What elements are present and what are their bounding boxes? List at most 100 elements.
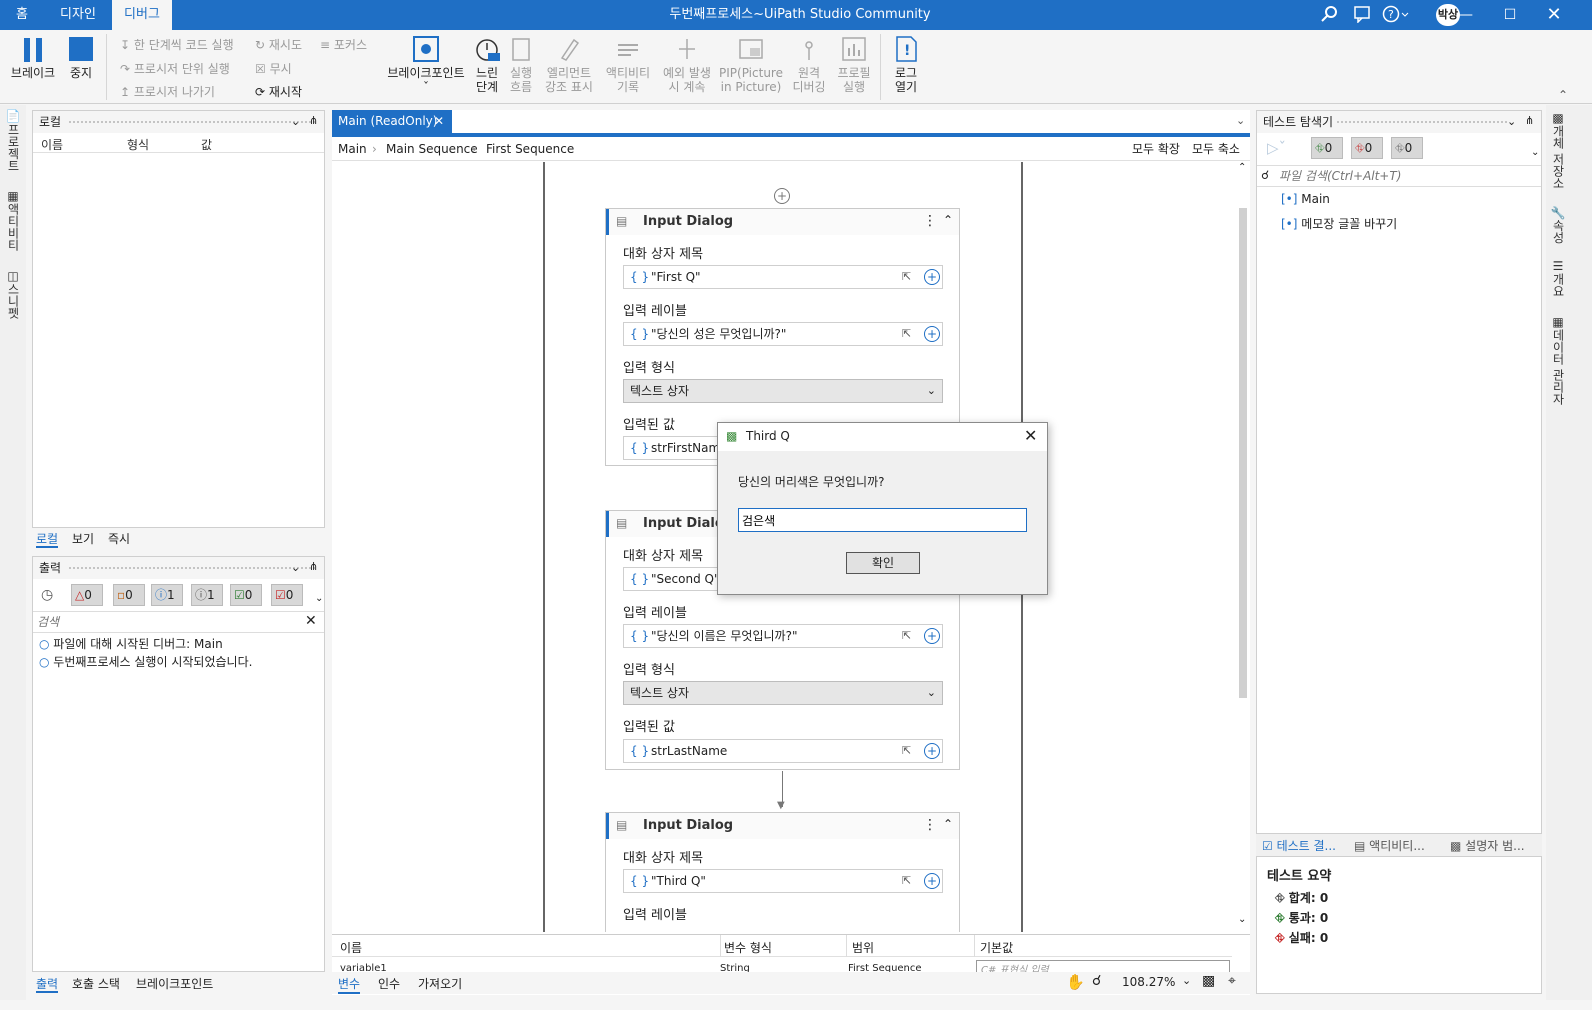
close-icon[interactable]: ✕ (1024, 426, 1037, 445)
chevron-down-icon[interactable]: ⌄ (1507, 115, 1516, 128)
column-name[interactable]: 이름 (340, 939, 362, 956)
breakpoints-button[interactable]: 브레이크포인트 ˇ (384, 36, 468, 94)
break-button[interactable]: 브레이크 (6, 36, 60, 80)
expand-all-button[interactable]: 모두 확장 (1132, 137, 1180, 161)
zoom-icon[interactable]: ☌ (1092, 973, 1101, 989)
tab-breakpoints[interactable]: 브레이크포인트 (136, 975, 213, 992)
chevron-down-icon[interactable]: ⌄ (315, 593, 323, 604)
column-default[interactable]: 기본값 (980, 939, 1013, 956)
execution-trail-button[interactable]: 실행 흐름 (506, 36, 536, 94)
remote-debug-button[interactable]: 원격 디버깅 (786, 36, 832, 94)
clear-search-icon[interactable]: ✕ (305, 613, 317, 629)
error-filter-button[interactable]: △0 (71, 584, 103, 606)
tab-watch[interactable]: 보기 (72, 530, 94, 547)
close-icon[interactable]: ✕ (1532, 0, 1576, 30)
variable-row[interactable]: variable1 String First Sequence C# 표현식 입… (332, 960, 1232, 972)
more-options-icon[interactable]: ⋮ (923, 213, 937, 229)
tab-descriptor-coverage[interactable]: ▩ 설명자 범... (1450, 837, 1525, 854)
scrollbar-thumb[interactable] (1239, 208, 1247, 698)
fit-to-screen-icon[interactable]: ▩ (1202, 973, 1215, 989)
breadcrumb-item[interactable]: Main (338, 137, 367, 161)
title-field[interactable]: { } "Third Q" ⇱ + (623, 869, 943, 893)
add-icon[interactable]: + (924, 628, 940, 644)
sidebar-tab-data-manager[interactable]: ▦데이터 관리자 (1550, 315, 1567, 405)
not-run-tests-filter[interactable]: ⛗0 (1391, 137, 1423, 159)
overview-icon[interactable]: ⌖ (1228, 973, 1236, 989)
test-item[interactable]: [•] 메모장 글꼴 바꾸기 (1281, 215, 1397, 232)
failed-tests-filter[interactable]: ⛗0 (1351, 137, 1383, 159)
sidebar-tab-activities[interactable]: ▦액티비티 (5, 189, 22, 251)
chevron-down-icon[interactable]: ⌄ (291, 115, 300, 128)
title-field[interactable]: { } "First Q" ⇱ + (623, 265, 943, 289)
chevron-down-icon[interactable]: ⌄ (1236, 114, 1245, 127)
label-field[interactable]: { } "당신의 성은 무엇입니까?" ⇱ + (623, 322, 943, 346)
ignore-button[interactable]: ☒ 무시 (255, 58, 292, 80)
tab-locals[interactable]: 로컬 (36, 530, 59, 548)
sidebar-tab-project[interactable]: 📄프로젝트 (5, 109, 22, 172)
sidebar-tab-snippets[interactable]: ◫스니펫 (5, 269, 22, 319)
search-icon[interactable] (1320, 5, 1340, 25)
step-over-button[interactable]: ↷ 프로시저 단위 실행 (120, 58, 230, 80)
tab-output[interactable]: 출력 (36, 975, 59, 993)
tab-variables[interactable]: 변수 (338, 975, 361, 994)
pin-icon[interactable]: ⋔ (309, 560, 318, 573)
hand-tool-icon[interactable]: ✋ (1066, 973, 1085, 991)
restart-button[interactable]: ⟳ 재시작 (255, 81, 302, 103)
column-variable-type[interactable]: 변수 형식 (724, 939, 772, 956)
search-input[interactable] (37, 614, 297, 630)
add-icon[interactable]: + (924, 743, 940, 759)
column-name[interactable]: 이름 (41, 136, 63, 153)
tab-home[interactable]: 홈 (0, 0, 44, 30)
expand-icon[interactable]: ⇱ (902, 625, 911, 647)
open-logs-button[interactable]: ! 로그 열기 (886, 36, 926, 94)
ok-button[interactable]: 확인 (846, 552, 920, 574)
expand-icon[interactable]: ⇱ (902, 266, 911, 288)
tab-activity-coverage[interactable]: ▤ 액티비티... (1354, 837, 1425, 854)
add-icon[interactable]: + (924, 873, 940, 889)
input-type-select[interactable]: 텍스트 상자 ⌄ (623, 681, 943, 705)
more-options-icon[interactable]: ⋮ (923, 817, 937, 833)
focus-button[interactable]: ≡ 포커스 (320, 34, 367, 56)
breadcrumb-item[interactable]: Main Sequence (386, 137, 478, 161)
sidebar-tab-outline[interactable]: ☰개요 (1550, 259, 1567, 297)
run-icon[interactable]: ▷ˇ (1267, 139, 1286, 157)
collapse-all-button[interactable]: 모두 축소 (1192, 137, 1240, 161)
default-value-input[interactable]: C# 표현식 입력 (976, 960, 1230, 972)
help-icon[interactable]: ? (1382, 5, 1410, 25)
column-type[interactable]: 형식 (127, 136, 149, 153)
info-filter-button[interactable]: ⓘ1 (151, 584, 183, 606)
stop-button[interactable]: 중지 (62, 36, 100, 80)
retry-button[interactable]: ↻ 재시도 (255, 34, 302, 56)
tab-imports[interactable]: 가져오기 (418, 975, 462, 992)
tab-arguments[interactable]: 인수 (378, 975, 400, 992)
close-tab-icon[interactable]: ✕ (434, 110, 444, 133)
search-input[interactable] (1279, 168, 1529, 184)
pin-icon[interactable]: ⋔ (309, 114, 318, 127)
chevron-down-icon[interactable]: ⌄ (291, 561, 300, 574)
chevron-down-icon[interactable]: ⌄ (1182, 974, 1191, 987)
column-scope[interactable]: 범위 (852, 939, 874, 956)
tab-test-results[interactable]: ☑ 테스트 결... (1262, 837, 1336, 854)
pip-button[interactable]: PIP(Picture in Picture) (718, 36, 784, 94)
passed-filter-button[interactable]: ☑0 (230, 584, 262, 606)
slow-step-button[interactable]: 느린 단계 (470, 36, 504, 94)
scroll-down-icon[interactable]: ⌄ (1238, 914, 1246, 925)
column-value[interactable]: 값 (201, 136, 212, 153)
pin-icon[interactable]: ⋔ (1525, 114, 1534, 127)
add-icon[interactable]: + (924, 326, 940, 342)
sidebar-tab-object-repository[interactable]: ▩개체 저장소 (1550, 111, 1567, 189)
output-search[interactable]: ✕ (33, 611, 324, 633)
failed-filter-button[interactable]: ☑0 (271, 584, 303, 606)
highlight-elements-button[interactable]: 엘리먼트 강조 표시 (540, 36, 598, 94)
result-field[interactable]: { } strLastName ⇱ + (623, 739, 943, 763)
input-type-select[interactable]: 텍스트 상자 ⌄ (623, 379, 943, 403)
clock-icon[interactable]: ◷ (41, 587, 53, 603)
tab-debug[interactable]: 디버그 (112, 0, 172, 30)
step-out-button[interactable]: ↥ 프로시저 나가기 (120, 81, 215, 103)
test-search[interactable]: ☌ (1257, 165, 1541, 187)
step-into-button[interactable]: ↧ 한 단계씩 코드 실행 (120, 34, 234, 56)
chevron-down-icon[interactable]: ⌄ (1531, 147, 1539, 158)
profile-execution-button[interactable]: 프로필 실행 (834, 36, 874, 94)
maximize-icon[interactable]: ☐ (1488, 0, 1532, 30)
sidebar-tab-properties[interactable]: 🔧속성 (1550, 205, 1567, 244)
